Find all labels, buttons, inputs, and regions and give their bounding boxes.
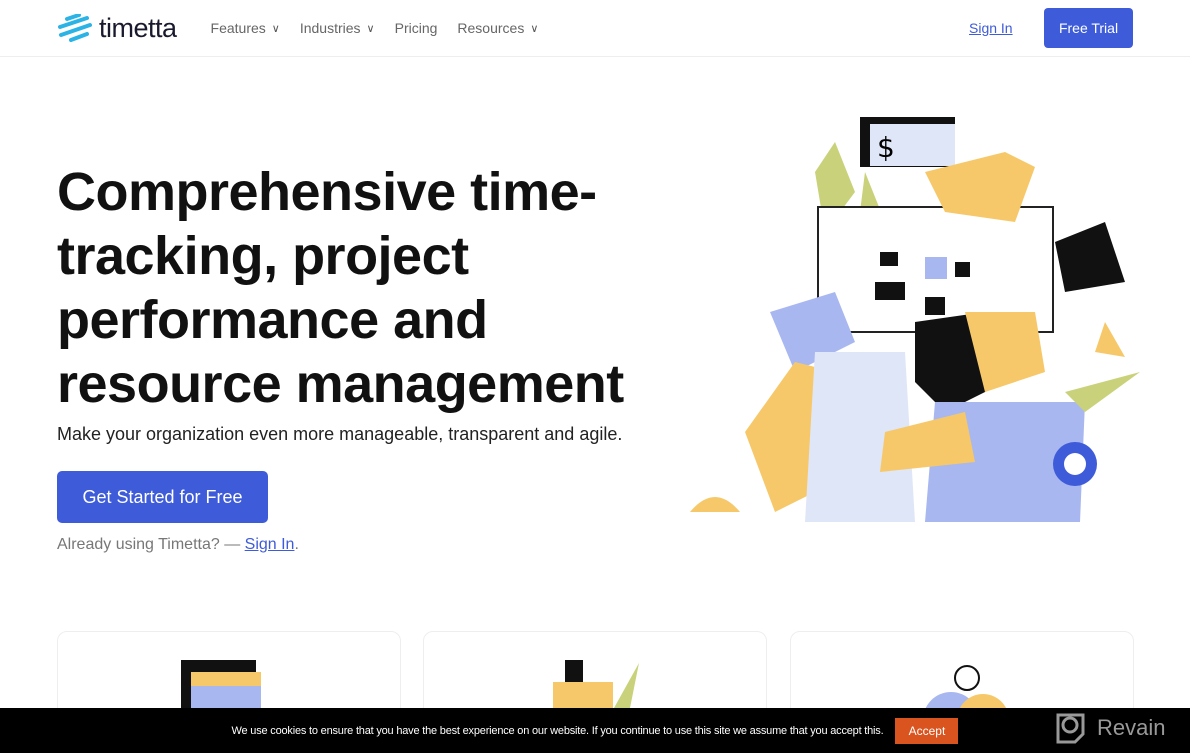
timetta-logo-icon (58, 14, 92, 42)
revain-logo-icon (1056, 713, 1085, 744)
free-trial-button[interactable]: Free Trial (1044, 8, 1133, 48)
nav-pricing[interactable]: Pricing (395, 20, 438, 36)
nav-industries[interactable]: Industries ∨ (300, 20, 375, 36)
get-started-button[interactable]: Get Started for Free (57, 471, 268, 523)
hero-sign-in-link[interactable]: Sign In (245, 536, 295, 553)
svg-text:$: $ (877, 131, 895, 164)
revain-watermark: Revain (1055, 712, 1165, 744)
brand-name: timetta (99, 12, 177, 43)
chevron-down-icon: ∨ (271, 22, 280, 35)
chevron-down-icon: ∨ (530, 22, 539, 35)
top-nav: timetta Features ∨ Industries ∨ Pricing Re… (0, 0, 1190, 57)
cookie-text: We use cookies to ensure that you have t… (231, 724, 884, 737)
hero-title: Comprehensive time-tracking, project per… (57, 162, 624, 414)
hero-subtitle: Make your organization even more managea… (57, 424, 623, 444)
sign-in-link[interactable]: Sign In (969, 20, 1013, 36)
nav-label: Resources (457, 20, 525, 36)
logo[interactable]: timetta (57, 13, 177, 44)
chevron-down-icon: ∨ (366, 22, 375, 35)
nav-resources[interactable]: Resources ∨ (457, 20, 538, 36)
already-suffix: . (294, 536, 299, 553)
already-prefix: Already using Timetta? — (57, 536, 245, 553)
nav-label: Industries (299, 20, 361, 36)
cookie-banner: We use cookies to ensure that you have t… (0, 708, 1190, 753)
revain-text: Revain (1097, 715, 1166, 740)
accept-cookies-button[interactable]: Accept (895, 717, 959, 744)
nav-label: Features (210, 20, 266, 36)
nav-features[interactable]: Features ∨ (211, 20, 280, 36)
hero-illustration: $ (690, 117, 1140, 522)
already-using-text: Already using Timetta? — Sign In. (57, 536, 299, 554)
nav-label: Pricing (394, 20, 438, 36)
